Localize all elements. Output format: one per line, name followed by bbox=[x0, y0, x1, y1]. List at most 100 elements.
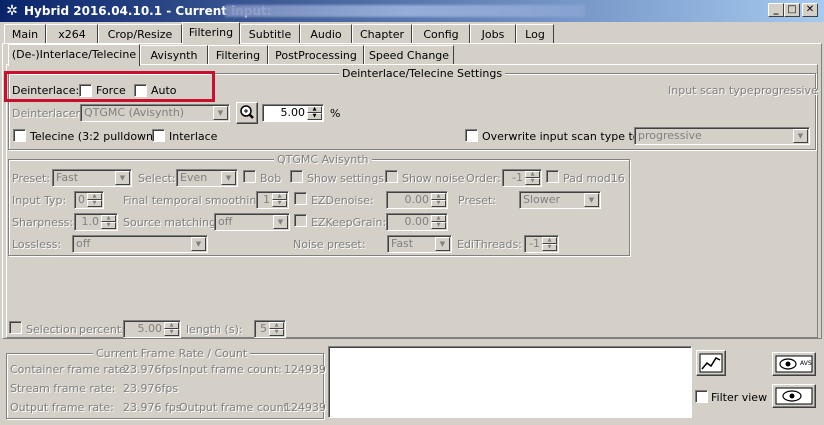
chevron-down-icon: ▼ bbox=[213, 106, 228, 120]
selection-length-spinbox[interactable]: 5 ▲ ▼ bbox=[254, 320, 286, 338]
overwrite-scan-combo[interactable]: progressive ▼ bbox=[634, 127, 810, 145]
spin-down-icon[interactable]: ▼ bbox=[542, 244, 557, 251]
edithreads-spinbox[interactable]: -1 ▲ ▼ bbox=[524, 235, 559, 253]
spin-up-icon[interactable]: ▲ bbox=[87, 193, 102, 200]
tab-chapter[interactable]: Chapter bbox=[352, 24, 412, 44]
info-text-area[interactable] bbox=[328, 346, 692, 418]
filter-preview-button[interactable] bbox=[772, 384, 816, 408]
select-value: Even bbox=[180, 171, 208, 184]
selection-percent-value: 5.00 bbox=[137, 322, 163, 335]
highlight-box bbox=[4, 71, 215, 102]
ezdenoise-checkbox[interactable] bbox=[294, 192, 307, 205]
deinterlacer-combo[interactable]: QTGMC (Avisynth) ▼ bbox=[80, 104, 230, 122]
final-temporal-smoothing-value: 1 bbox=[263, 193, 270, 206]
lossless-label: Lossless: bbox=[12, 238, 62, 251]
pad-mod16-checkbox[interactable] bbox=[546, 170, 559, 183]
tab-avisynth[interactable]: Avisynth bbox=[140, 45, 208, 65]
deinterlace-settings-title: Deinterlace/Telecine Settings bbox=[339, 67, 506, 80]
noise-preset-combo[interactable]: Fast ▼ bbox=[387, 235, 452, 253]
spin-down-icon[interactable]: ▼ bbox=[101, 222, 116, 229]
spin-up-icon[interactable]: ▲ bbox=[542, 237, 557, 244]
spin-up-icon[interactable]: ▲ bbox=[307, 106, 322, 113]
tab-filtering[interactable]: Filtering bbox=[182, 22, 240, 44]
spin-up-icon[interactable]: ▲ bbox=[525, 171, 540, 178]
selection-checkbox[interactable] bbox=[9, 321, 22, 334]
interlace-checkbox[interactable] bbox=[152, 129, 165, 142]
lossless-combo[interactable]: off ▼ bbox=[72, 235, 208, 253]
spin-down-icon[interactable]: ▼ bbox=[272, 200, 287, 207]
tab-main[interactable]: Main bbox=[4, 24, 46, 44]
tab-speed-change[interactable]: Speed Change bbox=[364, 45, 454, 65]
spin-down-icon[interactable]: ▼ bbox=[307, 113, 322, 120]
spin-up-icon[interactable]: ▲ bbox=[431, 215, 446, 222]
source-matching-combo[interactable]: off ▼ bbox=[214, 213, 290, 231]
telecine-checkbox[interactable] bbox=[13, 129, 26, 142]
zoom-button[interactable] bbox=[236, 102, 258, 124]
output-frame-rate-value: 23.976 fps bbox=[123, 401, 182, 414]
graph-button[interactable] bbox=[696, 350, 726, 376]
ezkeepgrain-checkbox[interactable] bbox=[294, 214, 307, 227]
ezkeepgrain-spinbox[interactable]: 0.00 ▲ ▼ bbox=[386, 213, 448, 231]
stream-frame-rate-label: Stream frame rate: bbox=[10, 382, 116, 395]
spin-down-icon[interactable]: ▼ bbox=[87, 200, 102, 207]
overwrite-scan-checkbox[interactable] bbox=[465, 129, 478, 142]
minimize-button[interactable]: _ bbox=[768, 3, 784, 17]
spin-up-icon[interactable]: ▲ bbox=[269, 322, 284, 329]
tab-deinterlace-telecine[interactable]: (De-)Interlace/Telecine bbox=[8, 44, 140, 66]
spin-up-icon[interactable]: ▲ bbox=[164, 322, 179, 329]
ezdenoise-spinbox[interactable]: 0.00 ▲ ▼ bbox=[386, 191, 448, 209]
spin-down-icon[interactable]: ▼ bbox=[431, 222, 446, 229]
spin-up-icon[interactable]: ▲ bbox=[272, 193, 287, 200]
selection-percent-spinbox[interactable]: 5.00 ▲ ▼ bbox=[123, 320, 181, 338]
tab-crop-resize[interactable]: Crop/Resize bbox=[98, 24, 182, 44]
order-spinbox[interactable]: -1 ▲ ▼ bbox=[502, 169, 542, 187]
tab-jobs[interactable]: Jobs bbox=[470, 24, 516, 44]
chevron-down-icon: ▼ bbox=[221, 171, 236, 185]
percent-spinbox[interactable]: 5.00 ▲ ▼ bbox=[262, 104, 324, 122]
select-combo[interactable]: Even ▼ bbox=[176, 169, 238, 187]
bob-checkbox[interactable] bbox=[243, 170, 256, 183]
preset-combo[interactable]: Fast ▼ bbox=[52, 169, 132, 187]
sharpness-value: 1.0 bbox=[81, 215, 100, 228]
spin-down-icon[interactable]: ▼ bbox=[431, 200, 446, 207]
ezkeepgrain-value: 0.00 bbox=[404, 215, 430, 228]
container-frame-rate-label: Container frame rate: bbox=[10, 363, 130, 376]
hybrid-app-icon[interactable]: ✲ bbox=[4, 3, 20, 19]
input-scan-type-value: progressive bbox=[754, 84, 818, 97]
tab-log[interactable]: Log bbox=[516, 24, 554, 44]
sharpness-label: Sharpness: bbox=[12, 216, 74, 229]
order-label: Order: bbox=[466, 172, 501, 185]
order-value: -1 bbox=[512, 171, 523, 184]
spin-up-icon[interactable]: ▲ bbox=[431, 193, 446, 200]
avs-preview-button[interactable]: AVS bbox=[772, 352, 816, 376]
container-frame-rate-value: 23.976fps bbox=[123, 363, 179, 376]
maximize-button[interactable]: □ bbox=[784, 3, 800, 17]
preset2-combo[interactable]: Slower ▼ bbox=[519, 191, 601, 209]
selection-percent-label: percent: bbox=[79, 323, 125, 336]
tab-postprocessing[interactable]: PostProcessing bbox=[268, 45, 364, 65]
input-typ-label: Input Typ: bbox=[12, 194, 67, 207]
tab-audio[interactable]: Audio bbox=[300, 24, 352, 44]
title-bar: ✲ Hybrid 2016.04.10.1 - Current input: _… bbox=[0, 0, 824, 22]
source-matching-label: Source matching: bbox=[123, 216, 220, 229]
tab-config[interactable]: Config bbox=[412, 24, 470, 44]
sharpness-spinbox[interactable]: 1.0 ▲ ▼ bbox=[74, 213, 118, 231]
show-noise-checkbox[interactable] bbox=[385, 170, 398, 183]
spin-up-icon[interactable]: ▲ bbox=[101, 215, 116, 222]
filter-view-checkbox[interactable] bbox=[695, 390, 708, 403]
output-frame-rate-label: Output frame rate: bbox=[10, 401, 114, 414]
final-temporal-smoothing-spinbox[interactable]: 1 ▲ ▼ bbox=[256, 191, 289, 209]
spin-down-icon[interactable]: ▼ bbox=[525, 178, 540, 185]
input-typ-spinbox[interactable]: 0 ▲ ▼ bbox=[74, 191, 104, 209]
noise-preset-label: Noise preset: bbox=[293, 238, 366, 251]
close-button[interactable]: ✕ bbox=[802, 3, 818, 17]
spin-down-icon[interactable]: ▼ bbox=[164, 329, 179, 336]
tab-subtitle[interactable]: Subtitle bbox=[240, 24, 300, 44]
selection-label: Selection bbox=[26, 323, 77, 336]
tab-sub-filtering[interactable]: Filtering bbox=[208, 45, 268, 65]
redacted-filename bbox=[225, 5, 585, 17]
telecine-label: Telecine (3:2 pulldown) bbox=[30, 130, 158, 143]
spin-down-icon[interactable]: ▼ bbox=[269, 329, 284, 336]
show-settings-checkbox[interactable] bbox=[290, 170, 303, 183]
tab-x264[interactable]: x264 bbox=[46, 24, 98, 44]
